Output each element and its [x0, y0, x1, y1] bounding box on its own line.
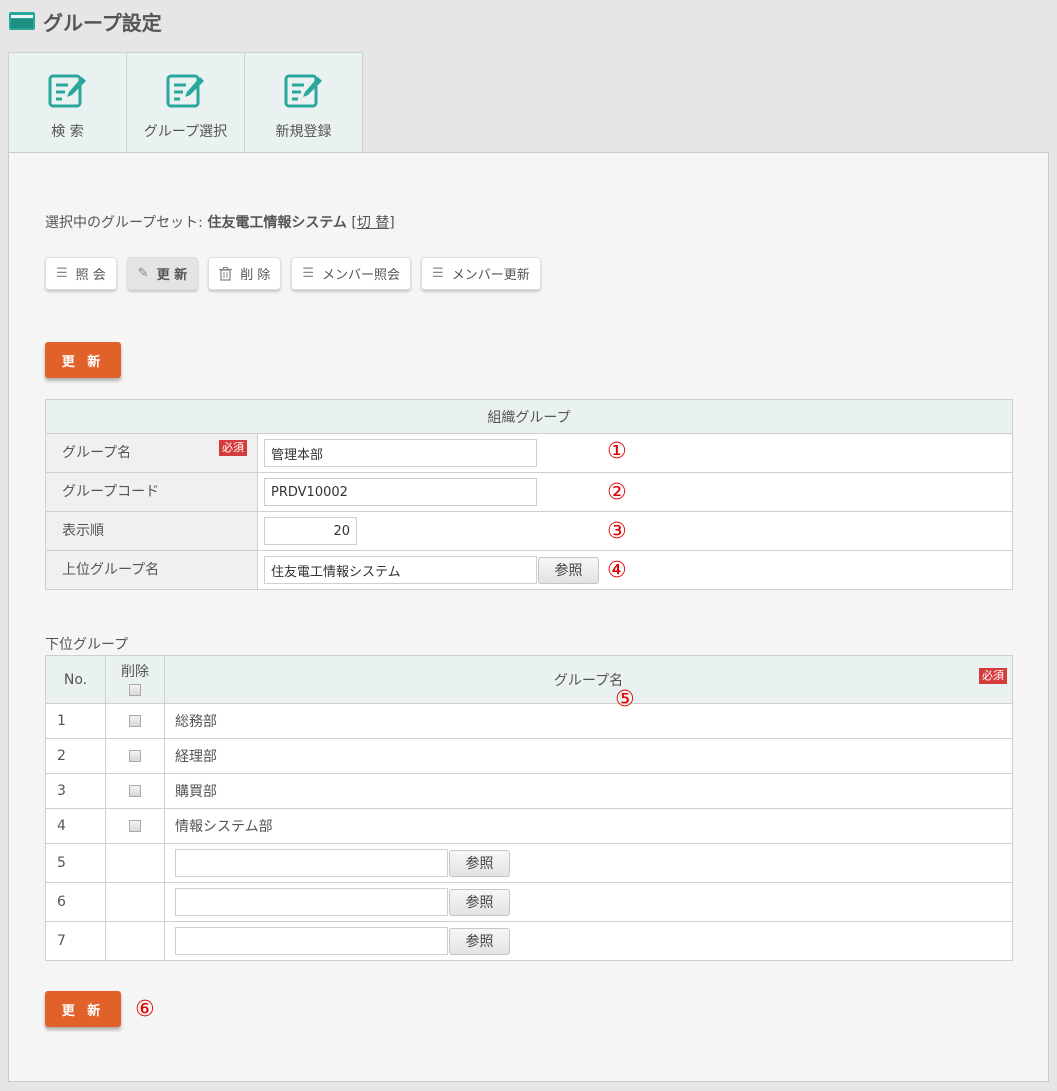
sub-groups-label: 下位グループ	[45, 637, 129, 653]
delete-checkbox[interactable]	[129, 785, 141, 797]
tab-new-register[interactable]: 新規登録	[244, 52, 363, 153]
form-row: 上位グループ名 住友電工情報システム 参照 ④	[45, 550, 1013, 590]
row-no: 3	[45, 773, 106, 809]
select-all-checkbox[interactable]	[129, 683, 141, 696]
row-no: 4	[45, 808, 106, 844]
org-group-table: 組織グループ グループ名 必須 管理本部 ① グループコード PRDV10002 …	[45, 399, 1013, 590]
switch-link[interactable]: 切 替	[357, 215, 389, 231]
bracket-close: ]	[389, 215, 395, 231]
required-badge: 必須	[979, 668, 1007, 684]
pencil-icon: ✎	[137, 266, 149, 281]
sub-groups-table: No. 削除 グループ名 必須 ⑤ 1 総務部 2 経理部 3 購買部 4 情報…	[45, 655, 1013, 961]
table-row: 5 参照	[45, 843, 1013, 883]
member-view-button[interactable]: ☰ メンバー照会	[291, 257, 412, 290]
display-order-label: 表示順	[62, 523, 104, 539]
group-code-label: グループコード	[62, 484, 160, 500]
callout-1: ①	[607, 439, 627, 464]
group-code-input[interactable]: PRDV10002	[264, 478, 537, 506]
member-update-label: メンバー更新	[451, 268, 530, 283]
form-row: グループ名 必須 管理本部 ①	[45, 433, 1013, 473]
col-delete: 削除	[105, 655, 165, 704]
table-row: 6 参照	[45, 882, 1013, 922]
delete-button[interactable]: 削 除	[208, 257, 282, 290]
parent-group-label: 上位グループ名	[62, 562, 160, 578]
delete-checkbox[interactable]	[129, 750, 141, 762]
bracket-open: [	[346, 215, 357, 231]
view-button[interactable]: ☰ 照 会	[45, 257, 117, 290]
delete-label: 削 除	[240, 268, 271, 283]
sub-ref-button[interactable]: 参照	[449, 927, 510, 955]
window-icon	[9, 12, 35, 30]
update-button-bottom[interactable]: 更 新	[45, 991, 121, 1027]
sub-group-name-input[interactable]	[175, 849, 448, 877]
sub-group-name-input[interactable]	[175, 927, 448, 955]
callout-2: ②	[607, 480, 627, 505]
delete-checkbox[interactable]	[129, 715, 141, 727]
sub-group-name-input[interactable]	[175, 888, 448, 916]
callout-4: ④	[607, 558, 627, 583]
row-name: 購買部	[164, 773, 1013, 809]
list-icon: ☰	[432, 266, 444, 281]
row-name: 総務部	[164, 703, 1013, 739]
row-no: 1	[45, 703, 106, 739]
edit-document-icon	[48, 74, 86, 108]
tab-search[interactable]: 検 索	[8, 52, 127, 153]
groupset-name: 住友電工情報システム	[207, 215, 347, 231]
update-tab-button[interactable]: ✎ 更 新	[126, 257, 199, 290]
callout-3: ③	[607, 519, 627, 544]
selected-groupset: 選択中のグループセット: 住友電工情報システム [切 替]	[45, 212, 395, 232]
tab-label: 新規登録	[275, 124, 332, 140]
list-icon: ☰	[302, 266, 315, 281]
row-no: 7	[45, 921, 106, 961]
tab-label: 検 索	[51, 124, 84, 140]
row-no: 2	[45, 738, 106, 774]
groupset-prefix: 選択中のグループセット:	[45, 215, 208, 231]
table-row: 1 総務部	[45, 703, 1013, 739]
col-name-label: グループ名	[553, 672, 624, 689]
parent-group-input[interactable]: 住友電工情報システム	[264, 556, 537, 584]
update-button-top[interactable]: 更 新	[45, 342, 121, 378]
view-label: 照 会	[75, 268, 106, 283]
table-row: 4 情報システム部	[45, 808, 1013, 844]
org-table-header: 組織グループ	[45, 399, 1013, 434]
form-row: グループコード PRDV10002 ②	[45, 472, 1013, 512]
tab-label: グループ選択	[143, 124, 228, 140]
form-row: 表示順 20 ③	[45, 511, 1013, 551]
required-badge: 必須	[219, 440, 247, 456]
edit-document-icon	[284, 74, 322, 108]
row-no: 5	[45, 843, 106, 883]
row-name: 経理部	[164, 738, 1013, 774]
update-label: 更 新	[156, 268, 188, 283]
main-panel: 選択中のグループセット: 住友電工情報システム [切 替] ☰ 照 会 ✎ 更 …	[8, 152, 1049, 1082]
group-name-label: グループ名	[62, 445, 132, 461]
sub-ref-button[interactable]: 参照	[449, 849, 510, 877]
table-row: 7 参照	[45, 921, 1013, 961]
callout-5: ⑤	[615, 687, 635, 712]
sub-ref-button[interactable]: 参照	[449, 888, 510, 916]
list-icon: ☰	[56, 266, 68, 281]
callout-6: ⑥	[135, 997, 155, 1022]
parent-ref-button[interactable]: 参照	[538, 556, 599, 584]
member-update-button[interactable]: ☰ メンバー更新	[421, 257, 541, 290]
trash-icon	[219, 266, 233, 281]
row-no: 6	[45, 882, 106, 922]
delete-checkbox[interactable]	[129, 820, 141, 832]
display-order-input[interactable]: 20	[264, 517, 357, 545]
tab-bar: 検 索 グループ選択 新規登録	[8, 52, 363, 153]
group-name-input[interactable]: 管理本部	[264, 439, 537, 467]
edit-document-icon	[166, 74, 204, 108]
page-title: グループ設定	[43, 10, 162, 35]
col-delete-label: 削除	[121, 663, 149, 680]
page-header: グループ設定	[9, 6, 162, 36]
table-row: 2 経理部	[45, 738, 1013, 774]
action-toolbar: ☰ 照 会 ✎ 更 新 削 除 ☰ メンバー照会 ☰ メンバー更新	[45, 257, 541, 290]
member-view-label: メンバー照会	[322, 268, 401, 283]
table-row: 3 購買部	[45, 773, 1013, 809]
col-group-name: グループ名 必須 ⑤	[164, 655, 1013, 711]
tab-group-select[interactable]: グループ選択	[126, 52, 245, 153]
row-name: 情報システム部	[164, 808, 1013, 844]
col-no: No.	[45, 655, 106, 704]
